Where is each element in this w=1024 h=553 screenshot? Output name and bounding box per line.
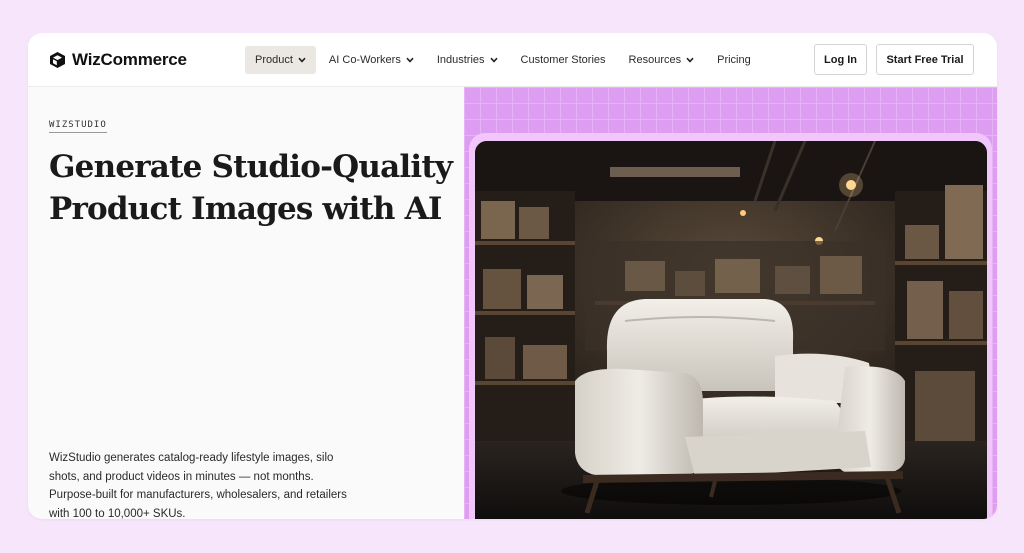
nav-item-label: Resources: [628, 54, 682, 66]
top-navigation: WizCommerce Product AI Co-Workers Indust…: [28, 33, 997, 87]
nav-item-label: AI Co-Workers: [328, 54, 401, 66]
chevron-down-icon: [489, 57, 498, 63]
hero-product-image: [475, 141, 987, 519]
eyebrow-label: WIZSTUDIO: [49, 120, 107, 133]
brand-logo[interactable]: WizCommerce: [49, 50, 187, 70]
browser-page: WizCommerce Product AI Co-Workers Indust…: [28, 33, 997, 519]
start-free-trial-button[interactable]: Start Free Trial: [876, 44, 974, 75]
nav-item-customer-stories[interactable]: Customer Stories: [511, 46, 616, 74]
nav-item-pricing[interactable]: Pricing: [707, 46, 761, 74]
nav-item-industries[interactable]: Industries: [427, 46, 508, 74]
nav-item-label: Industries: [436, 54, 485, 66]
nav-item-label: Pricing: [717, 54, 751, 66]
brand-name: WizCommerce: [72, 50, 187, 69]
nav-item-resources[interactable]: Resources: [619, 46, 705, 74]
nav-item-label: Product: [255, 54, 293, 66]
cube-logo-icon: [49, 51, 66, 69]
nav-item-ai-co-workers[interactable]: AI Co-Workers: [319, 46, 424, 74]
main-menu: Product AI Co-Workers Industries Custome…: [245, 46, 764, 74]
login-button[interactable]: Log In: [814, 44, 867, 75]
chevron-down-icon: [686, 57, 694, 63]
chevron-down-icon: [298, 57, 306, 63]
nav-item-product[interactable]: Product: [245, 46, 316, 74]
hero-description: WizStudio generates catalog-ready lifest…: [49, 452, 347, 519]
page-title: Generate Studio-Quality Product Images w…: [49, 149, 453, 227]
nav-item-label: Customer Stories: [520, 54, 606, 66]
chevron-down-icon: [406, 57, 414, 63]
